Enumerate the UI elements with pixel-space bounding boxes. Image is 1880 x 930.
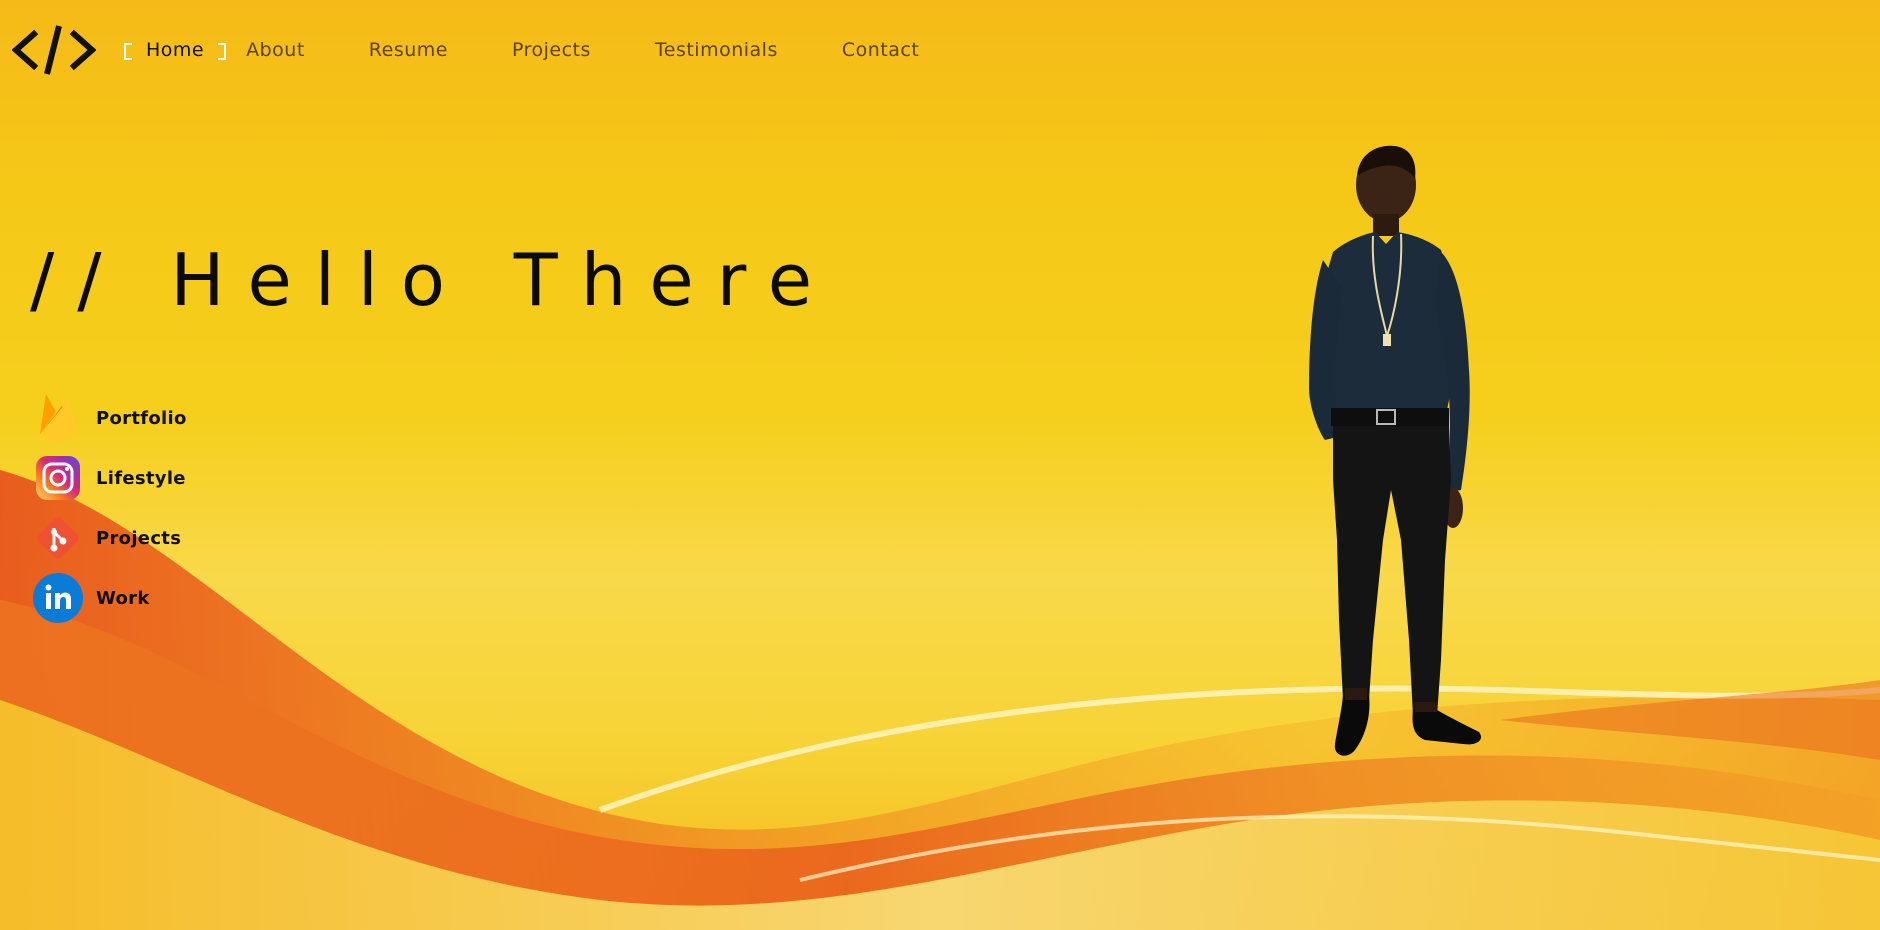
code-logo-icon[interactable]	[12, 22, 96, 78]
social-label-portfolio: Portfolio	[96, 407, 187, 429]
social-label-lifestyle: Lifestyle	[96, 467, 186, 489]
social-label-work: Work	[96, 587, 150, 609]
left-bracket-icon	[124, 43, 132, 60]
nav-links: Home About Resume Projects Testimonials …	[124, 36, 983, 64]
nav-testimonials[interactable]: Testimonials	[655, 36, 778, 64]
nav-resume[interactable]: Resume	[369, 36, 448, 64]
top-navigation: Home About Resume Projects Testimonials …	[0, 0, 1880, 100]
social-label-projects: Projects	[96, 527, 182, 549]
profile-photo	[1309, 145, 1482, 756]
firebase-icon	[32, 392, 84, 444]
nav-projects[interactable]: Projects	[512, 36, 591, 64]
git-icon	[32, 512, 84, 564]
social-link-projects[interactable]: Projects	[32, 508, 187, 568]
hero-title: // Hello There	[30, 238, 836, 322]
background-waves	[0, 470, 1880, 930]
nav-contact[interactable]: Contact	[842, 36, 919, 64]
right-bracket-icon	[218, 43, 227, 60]
linkedin-icon	[32, 572, 84, 624]
social-link-lifestyle[interactable]: Lifestyle	[32, 448, 187, 508]
instagram-icon	[32, 452, 84, 504]
nav-home[interactable]: Home	[124, 36, 227, 64]
social-link-portfolio[interactable]: Portfolio	[32, 388, 187, 448]
nav-about[interactable]: About	[246, 36, 305, 64]
social-links: Portfolio Lifestyle Projects Work	[32, 388, 187, 628]
social-link-work[interactable]: Work	[32, 568, 187, 628]
nav-home-label: Home	[146, 39, 205, 61]
